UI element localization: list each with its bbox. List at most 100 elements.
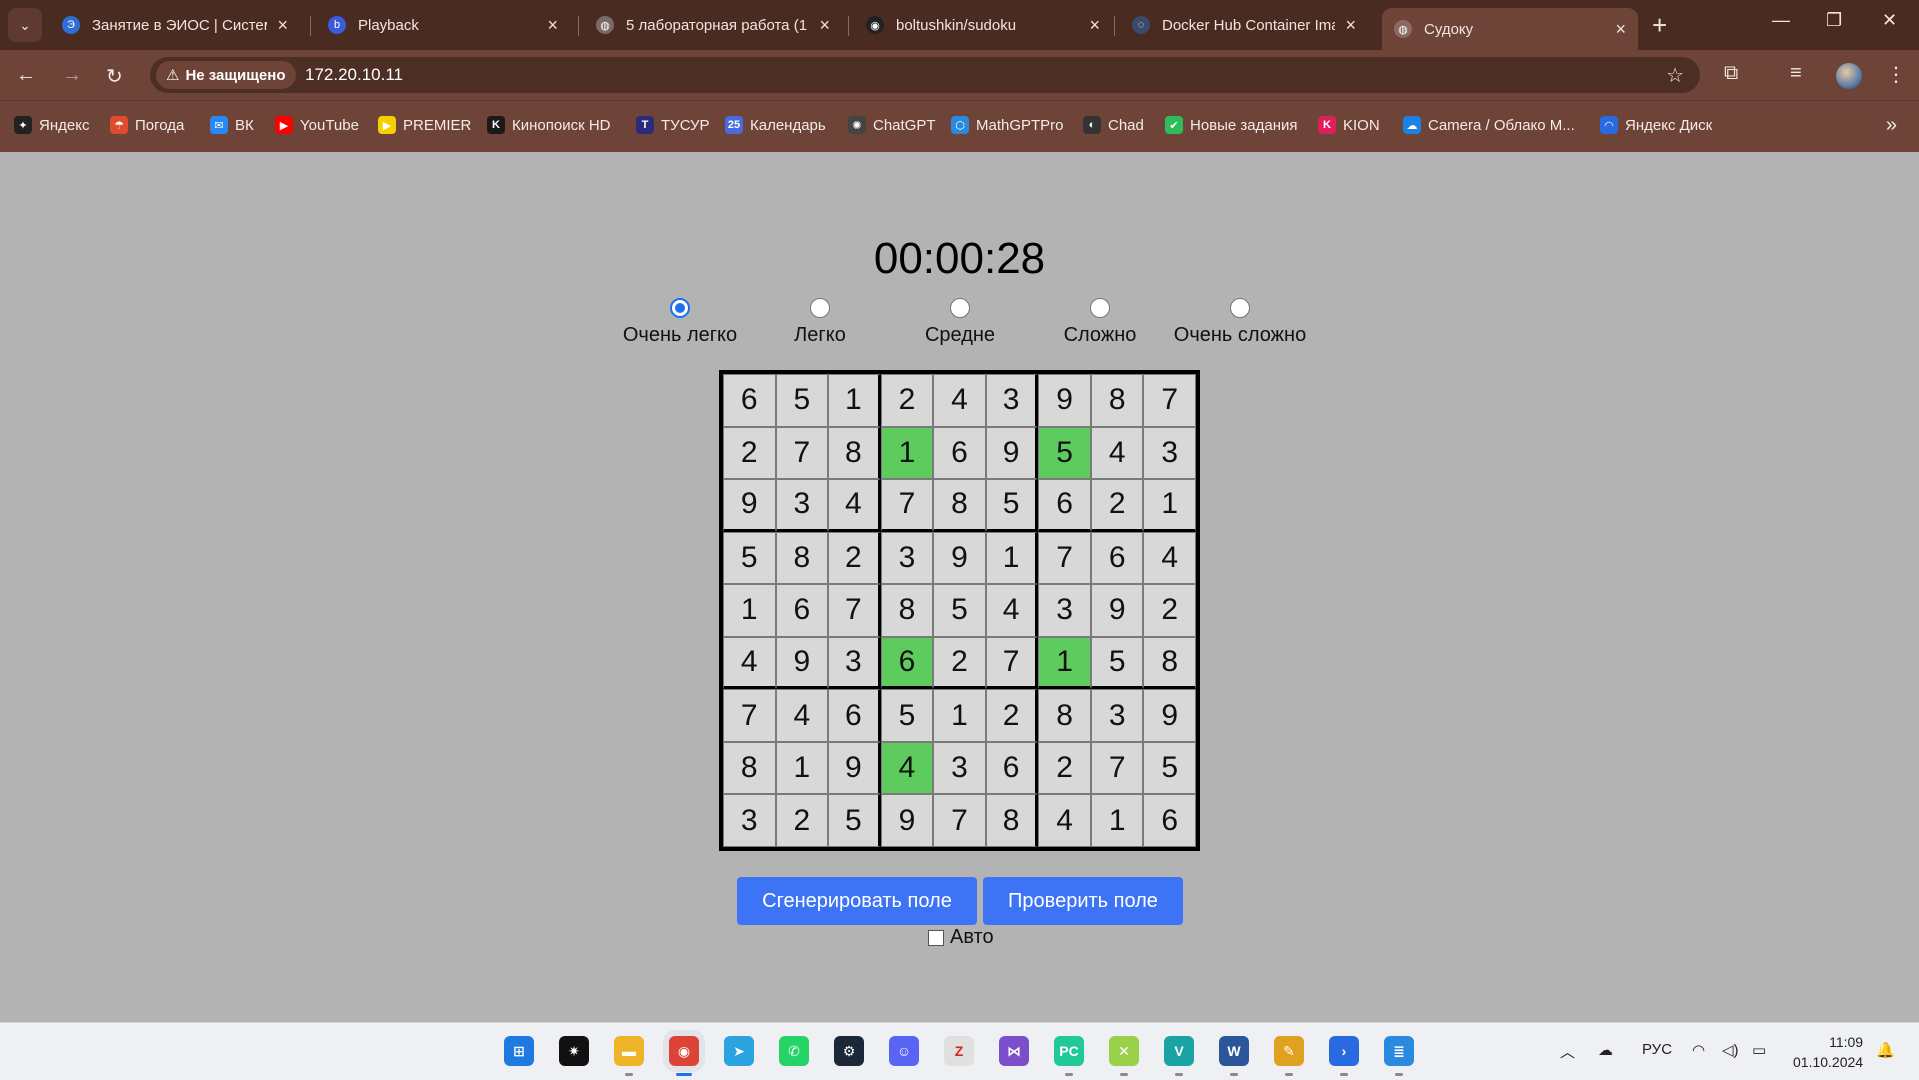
sudoku-cell[interactable]: 8 — [723, 741, 776, 795]
bookmark-star-icon[interactable]: ☆ — [1666, 63, 1684, 88]
sudoku-cell[interactable]: 5 — [828, 794, 881, 847]
sudoku-cell[interactable]: 2 — [1090, 479, 1144, 532]
bookmark-item[interactable]: 25 Календарь — [725, 116, 826, 134]
sudoku-cell[interactable]: 1 — [723, 584, 776, 637]
profile-avatar[interactable] — [1836, 63, 1862, 89]
tab-close-icon[interactable]: × — [277, 15, 288, 36]
sudoku-cell[interactable]: 5 — [933, 584, 986, 637]
sudoku-cell[interactable]: 7 — [1143, 374, 1196, 427]
sudoku-cell[interactable]: 2 — [1038, 741, 1091, 795]
bookmark-item[interactable]: ✺ ChatGPT — [848, 116, 936, 134]
bookmark-item[interactable]: K KION — [1318, 116, 1380, 134]
sudoku-cell[interactable]: 4 — [775, 689, 829, 742]
sudoku-cell[interactable]: 5 — [985, 479, 1039, 532]
sudoku-cell[interactable]: 8 — [775, 531, 829, 585]
sudoku-cell[interactable]: 3 — [880, 531, 934, 585]
browser-tab-2[interactable]: b Playback × — [316, 8, 570, 42]
bookmark-item[interactable]: ✔ Новые задания — [1165, 116, 1298, 134]
visual-studio-icon[interactable]: ⋈ — [999, 1036, 1029, 1066]
bookmark-item[interactable]: ⬡ MathGPTPro — [951, 116, 1064, 134]
sudoku-cell[interactable]: 9 — [880, 794, 934, 847]
difficulty-radio[interactable] — [950, 298, 970, 318]
browser-tab-6[interactable]: ◍ Судоку × — [1382, 8, 1638, 50]
sudoku-cell[interactable]: 9 — [985, 426, 1039, 480]
sudoku-cell[interactable]: 8 — [880, 584, 934, 637]
system-clock[interactable]: 11:09 01.10.2024 — [1793, 1032, 1863, 1072]
show-hidden-icons-chevron-icon[interactable]: ︿ — [1560, 1041, 1575, 1062]
sudoku-cell[interactable]: 8 — [1090, 374, 1144, 427]
sudoku-cell[interactable]: 3 — [1038, 584, 1091, 637]
bookmark-item[interactable]: K Кинопоиск HD — [487, 116, 610, 134]
telegram-icon[interactable]: ➤ — [724, 1036, 754, 1066]
battery-icon[interactable]: ▭ — [1752, 1041, 1766, 1059]
file-explorer-icon[interactable]: ▬ — [614, 1036, 644, 1066]
browser-tab-4[interactable]: ◉ boltushkin/sudoku × — [854, 8, 1112, 42]
sudoku-cell[interactable]: 4 — [1090, 426, 1144, 480]
sudoku-cell[interactable]: 1 — [775, 741, 829, 795]
sudoku-cell[interactable]: 2 — [1143, 584, 1196, 637]
windows-start-icon[interactable]: ⊞ — [504, 1036, 534, 1066]
sudoku-cell[interactable]: 4 — [985, 584, 1039, 637]
difficulty-option[interactable]: Очень легко — [605, 298, 755, 347]
difficulty-option[interactable]: Сложно — [1025, 298, 1175, 347]
bookmark-item[interactable]: T ТУСУР — [636, 116, 710, 134]
browser-tab-5[interactable]: ◌ Docker Hub Container Ima × — [1120, 8, 1368, 42]
sudoku-cell[interactable]: 8 — [1143, 636, 1196, 690]
sudoku-cell[interactable]: 3 — [775, 479, 829, 532]
sudoku-cell[interactable]: 8 — [933, 479, 986, 532]
sudoku-cell[interactable]: 2 — [985, 689, 1039, 742]
sudoku-cell[interactable]: 7 — [880, 479, 934, 532]
bookmark-item[interactable]: ◠ Яндекс Диск — [1600, 116, 1712, 134]
back-arrow-icon[interactable]: ← — [16, 64, 36, 87]
notepad-icon[interactable]: ≣ — [1384, 1036, 1414, 1066]
vscode-like-icon[interactable]: V — [1164, 1036, 1194, 1066]
sudoku-cell[interactable]: 8 — [828, 426, 881, 480]
bookmark-item[interactable]: ✦ Яндекс — [14, 116, 89, 134]
sudoku-cell[interactable]: 5 — [880, 689, 934, 742]
sudoku-cell[interactable]: 4 — [933, 374, 986, 427]
address-bar[interactable]: ⚠ Не защищено 172.20.10.11 ☆ — [150, 57, 1700, 93]
tool-icon[interactable]: ✕ — [1109, 1036, 1139, 1066]
url-text[interactable]: 172.20.10.11 — [305, 65, 403, 85]
bookmark-item[interactable]: ☂ Погода — [110, 116, 184, 134]
sudoku-cell[interactable]: 5 — [1038, 426, 1091, 480]
sudoku-cell[interactable]: 6 — [985, 741, 1039, 795]
sudoku-cell[interactable]: 2 — [723, 426, 776, 480]
whatsapp-icon[interactable]: ✆ — [779, 1036, 809, 1066]
sudoku-cell[interactable]: 5 — [723, 531, 776, 585]
sudoku-cell[interactable]: 5 — [1143, 741, 1196, 795]
sudoku-cell[interactable]: 9 — [723, 479, 776, 532]
sudoku-cell[interactable]: 1 — [933, 689, 986, 742]
forward-arrow-icon[interactable]: → — [62, 64, 82, 87]
browser-tab-1[interactable]: Э Занятие в ЭИОС | Система × — [50, 8, 300, 42]
powershell-icon[interactable]: › — [1329, 1036, 1359, 1066]
difficulty-radio[interactable] — [670, 298, 690, 318]
restore-icon[interactable]: ❐ — [1826, 10, 1842, 31]
close-window-icon[interactable]: ✕ — [1882, 10, 1897, 31]
sudoku-cell[interactable]: 9 — [775, 636, 829, 690]
sudoku-cell[interactable]: 1 — [1143, 479, 1196, 532]
x64dbg-icon[interactable]: ✎ — [1274, 1036, 1304, 1066]
sudoku-cell[interactable]: 3 — [1090, 689, 1144, 742]
discord-icon[interactable]: ☺ — [889, 1036, 919, 1066]
steam-icon[interactable]: ⚙ — [834, 1036, 864, 1066]
sudoku-cell[interactable]: 3 — [828, 636, 881, 690]
onedrive-cloud-icon[interactable]: ☁ — [1598, 1041, 1613, 1059]
sudoku-cell[interactable]: 7 — [723, 689, 776, 742]
tab-close-icon[interactable]: × — [1089, 15, 1100, 36]
zoom-z-icon[interactable]: Z — [944, 1036, 974, 1066]
sudoku-cell[interactable]: 3 — [933, 741, 986, 795]
sudoku-cell[interactable]: 4 — [1038, 794, 1091, 847]
sudoku-cell[interactable]: 7 — [1090, 741, 1144, 795]
sudoku-cell[interactable]: 3 — [985, 374, 1039, 427]
sudoku-cell[interactable]: 4 — [880, 741, 934, 795]
sudoku-cell[interactable]: 5 — [1090, 636, 1144, 690]
spark-app-icon[interactable]: ✷ — [559, 1036, 589, 1066]
sudoku-cell[interactable]: 7 — [985, 636, 1039, 690]
bookmark-item[interactable]: ▶ YouTube — [275, 116, 359, 134]
sudoku-cell[interactable]: 6 — [775, 584, 829, 637]
sudoku-cell[interactable]: 1 — [985, 531, 1039, 585]
new-tab-plus-icon[interactable]: + — [1652, 10, 1667, 41]
minimize-icon[interactable]: — — [1772, 10, 1790, 31]
pycharm-icon[interactable]: PC — [1054, 1036, 1084, 1066]
